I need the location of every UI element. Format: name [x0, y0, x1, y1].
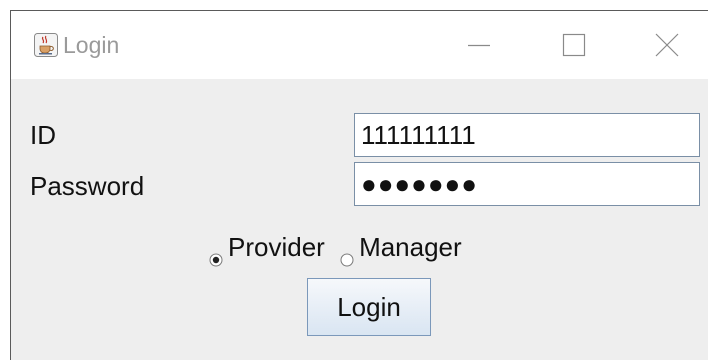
radio-manager-label: Manager: [359, 232, 462, 263]
minimize-button[interactable]: [449, 11, 509, 79]
radio-provider-label: Provider: [228, 232, 325, 263]
close-button[interactable]: [637, 11, 697, 79]
password-label: Password: [30, 171, 145, 201]
maximize-button[interactable]: [543, 11, 603, 79]
login-button[interactable]: Login: [307, 278, 431, 336]
title-bar[interactable]: Login: [11, 11, 708, 79]
id-field[interactable]: 111111111: [354, 113, 700, 157]
radio-provider[interactable]: Provider: [209, 230, 325, 267]
id-label: ID: [30, 120, 56, 150]
password-field[interactable]: ●●●●●●●: [354, 162, 700, 206]
radio-selected-icon: [209, 241, 223, 267]
role-radio-group: Provider Manager: [209, 228, 462, 267]
radio-unselected-icon: [340, 241, 354, 267]
java-cup-icon: [34, 33, 58, 57]
form-panel: ID 111111111 Password ●●●●●●● Provider M…: [11, 79, 708, 360]
login-window: Login ID 111111111 Password ●●●●●●● Prov…: [10, 10, 708, 360]
radio-manager[interactable]: Manager: [340, 230, 462, 267]
window-title: Login: [63, 32, 120, 58]
